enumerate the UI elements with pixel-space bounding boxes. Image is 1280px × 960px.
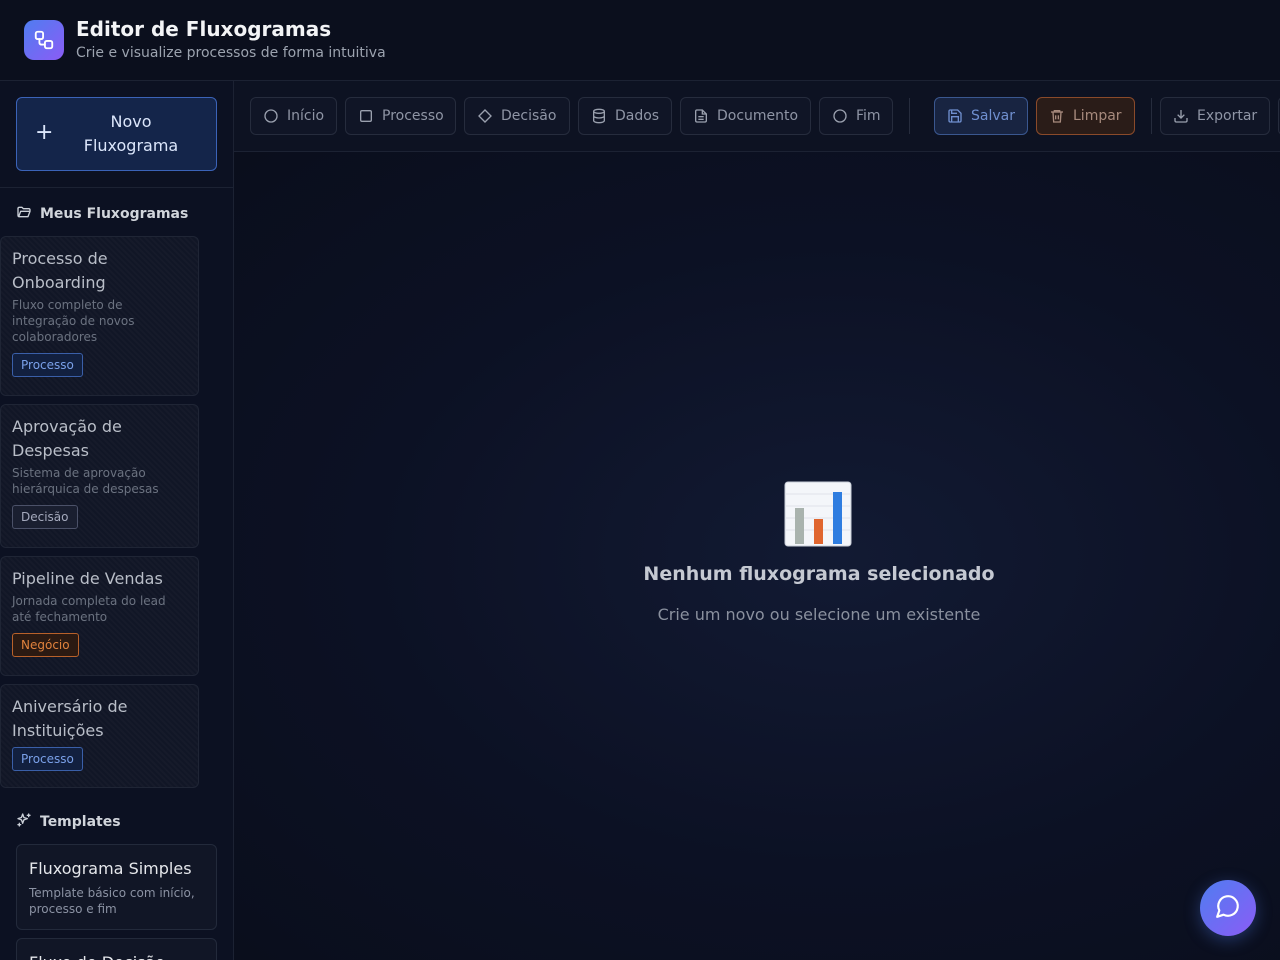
add-decision-button[interactable]: Decisão xyxy=(464,97,570,135)
flowchart-card-title: Processo de Onboarding xyxy=(12,249,108,292)
toolbar-separator xyxy=(909,98,910,134)
toolbar: Início Processo Decisão Dados Documento … xyxy=(234,81,1280,152)
add-process-label: Processo xyxy=(382,108,444,124)
template-card-title: Fluxo de Decisão xyxy=(29,951,204,960)
download-icon xyxy=(1173,108,1189,124)
add-start-label: Início xyxy=(287,108,325,124)
new-flowchart-button[interactable]: + Novo Fluxograma xyxy=(16,97,217,171)
chat-button[interactable] xyxy=(1200,880,1256,936)
add-document-button[interactable]: Documento xyxy=(680,97,811,135)
app-header: Editor de Fluxogramas Crie e visualize p… xyxy=(0,0,1280,81)
template-card-decision[interactable]: Fluxo de Decisão xyxy=(16,938,217,960)
empty-state-title: Nenhum fluxograma selecionado xyxy=(643,563,995,585)
flowchart-card-description: Fluxo completo de integração de novos co… xyxy=(12,298,135,344)
circle-icon xyxy=(263,108,279,124)
flowchart-nodes-icon xyxy=(24,20,64,60)
my-flows-heading-label: Meus Fluxogramas xyxy=(40,206,189,222)
database-icon xyxy=(591,108,607,124)
toolbar-separator xyxy=(1151,98,1152,134)
export-button[interactable]: Exportar xyxy=(1160,97,1270,135)
empty-state-subtitle: Crie um novo ou selecione um existente xyxy=(657,605,981,624)
sidebar-divider xyxy=(0,187,233,188)
flowchart-card-onboarding[interactable]: Processo de Onboarding Fluxo completo de… xyxy=(0,236,199,396)
app-title: Editor de Fluxogramas xyxy=(76,17,332,41)
flowchart-card-title: Aniversário de Instituições xyxy=(12,697,128,740)
document-icon xyxy=(693,108,709,124)
save-icon xyxy=(947,108,963,124)
clear-label: Limpar xyxy=(1073,108,1122,124)
flowchart-card-tag: Processo xyxy=(12,353,83,377)
plus-icon: + xyxy=(35,120,54,145)
export-label: Exportar xyxy=(1197,108,1258,124)
flowchart-card-tag: Decisão xyxy=(12,505,78,529)
flowchart-card-description: Jornada completa do lead até fechamento xyxy=(12,594,166,624)
diamond-icon xyxy=(477,108,493,124)
app-subtitle: Crie e visualize processos de forma intu… xyxy=(76,45,386,61)
square-icon xyxy=(358,108,374,124)
folder-open-icon xyxy=(16,204,32,224)
save-button[interactable]: Salvar xyxy=(934,97,1028,135)
flowchart-card-title: Pipeline de Vendas xyxy=(12,569,163,588)
my-flows-heading: Meus Fluxogramas xyxy=(16,203,188,225)
flowchart-card-description: Sistema de aprovação hierárquica de desp… xyxy=(12,466,159,496)
templates-heading-label: Templates xyxy=(40,814,121,830)
bar-chart-icon xyxy=(784,481,852,547)
add-document-label: Documento xyxy=(717,108,799,124)
add-data-label: Dados xyxy=(615,108,660,124)
chat-bubble-icon xyxy=(1215,893,1241,923)
flowchart-card-tag: Negócio xyxy=(12,633,79,657)
add-end-button[interactable]: Fim xyxy=(819,97,893,135)
sparkles-icon xyxy=(16,812,32,832)
flowchart-card-sales[interactable]: Pipeline de Vendas Jornada completa do l… xyxy=(0,556,199,676)
add-start-button[interactable]: Início xyxy=(250,97,337,135)
add-decision-label: Decisão xyxy=(501,108,557,124)
template-card-title: Fluxograma Simples xyxy=(29,859,192,878)
flowchart-card-tag: Processo xyxy=(12,747,83,771)
flowchart-card-anniversary[interactable]: Aniversário de Instituições Processo xyxy=(0,684,199,788)
clear-button[interactable]: Limpar xyxy=(1036,97,1135,135)
flowchart-canvas[interactable]: Nenhum fluxograma selecionado Crie um no… xyxy=(234,152,1280,960)
sidebar: + Novo Fluxograma Meus Fluxogramas Proce… xyxy=(0,81,234,960)
flowchart-card-title: Aprovação de Despesas xyxy=(12,417,122,460)
add-process-button[interactable]: Processo xyxy=(345,97,456,135)
flowchart-card-expenses[interactable]: Aprovação de Despesas Sistema de aprovaç… xyxy=(0,404,199,548)
trash-icon xyxy=(1049,108,1065,124)
template-card-description: Template básico com início, processo e f… xyxy=(29,886,195,916)
templates-heading: Templates xyxy=(16,811,121,833)
add-end-label: Fim xyxy=(856,108,881,124)
template-card-simple[interactable]: Fluxograma Simples Template básico com i… xyxy=(16,844,217,930)
save-label: Salvar xyxy=(971,108,1015,124)
add-data-button[interactable]: Dados xyxy=(578,97,672,135)
circle-icon xyxy=(832,108,848,124)
new-flowchart-label: Novo Fluxograma xyxy=(83,112,179,155)
